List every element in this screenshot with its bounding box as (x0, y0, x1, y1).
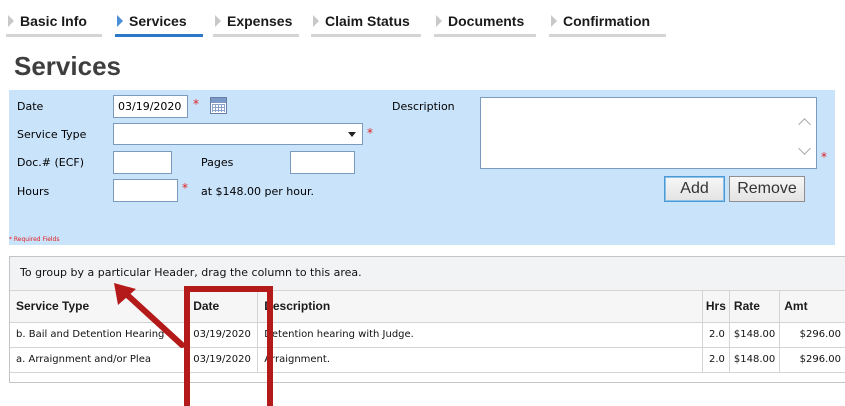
cell-amt: $296.00 (779, 347, 845, 373)
doc-ecf-label: Doc.# (ECF) (17, 156, 84, 169)
column-header-amt[interactable]: Amt (779, 291, 845, 323)
add-button[interactable]: Add (664, 176, 725, 202)
column-header-hrs[interactable]: Hrs (702, 291, 730, 323)
tab-label: Expenses (227, 13, 293, 29)
cell-rate: $148.00 (729, 347, 781, 373)
tab-arrow-icon (215, 15, 221, 27)
required-marker: * (821, 150, 827, 164)
tab-documents[interactable]: Documents (434, 13, 536, 37)
tab-services[interactable]: Services (115, 13, 203, 37)
service-type-label: Service Type (17, 128, 87, 141)
highlight-box (184, 286, 273, 406)
service-type-select[interactable] (113, 123, 363, 145)
cell-description: Arraignment. (257, 347, 703, 373)
column-header-rate[interactable]: Rate (729, 291, 781, 323)
column-header-description[interactable]: Description (257, 291, 703, 323)
calendar-icon[interactable] (210, 97, 227, 114)
tab-label: Basic Info (20, 13, 87, 29)
description-label: Description (392, 100, 455, 113)
tab-arrow-icon (117, 15, 123, 27)
tab-claim-status[interactable]: Claim Status (311, 13, 421, 37)
scroll-up-icon[interactable] (798, 118, 811, 131)
remove-button[interactable]: Remove (729, 176, 805, 202)
tab-basic-info[interactable]: Basic Info (6, 13, 102, 37)
tab-label: Services (129, 13, 187, 29)
doc-ecf-input[interactable] (113, 151, 172, 174)
annotation-arrow-icon (114, 283, 185, 348)
tab-arrow-icon (551, 15, 557, 27)
page-title: Services (14, 51, 121, 81)
tab-label: Documents (448, 13, 525, 29)
tab-label: Claim Status (325, 13, 410, 29)
wizard-tabs: Basic Info Services Expenses Claim Statu… (0, 0, 845, 40)
required-marker: * (182, 181, 188, 195)
dropdown-arrow-icon (348, 132, 356, 137)
tab-expenses[interactable]: Expenses (213, 13, 299, 37)
tab-confirmation[interactable]: Confirmation (549, 13, 666, 37)
cell-description: Detention hearing with Judge. (257, 322, 703, 348)
cell-hrs: 2.0 (702, 322, 730, 348)
cell-amt: $296.00 (779, 322, 845, 348)
description-textarea[interactable] (480, 97, 817, 169)
rate-text: at $148.00 per hour. (201, 185, 314, 198)
pages-label: Pages (201, 156, 234, 169)
hours-label: Hours (17, 185, 50, 198)
scroll-down-icon[interactable] (798, 142, 811, 155)
service-form-panel: Date 03/19/2020 * Description * Service … (9, 90, 835, 245)
cell-rate: $148.00 (729, 322, 781, 348)
date-input[interactable]: 03/19/2020 (113, 95, 188, 118)
cell-hrs: 2.0 (702, 347, 730, 373)
tab-arrow-icon (8, 15, 14, 27)
tab-label: Confirmation (563, 13, 651, 29)
date-label: Date (17, 100, 44, 113)
pages-input[interactable] (290, 151, 355, 174)
tab-arrow-icon (436, 15, 442, 27)
required-marker: * (367, 126, 373, 140)
tab-arrow-icon (313, 15, 319, 27)
required-fields-note: * Required Fields (9, 236, 60, 243)
hours-input[interactable] (113, 179, 178, 202)
required-marker: * (193, 97, 199, 111)
